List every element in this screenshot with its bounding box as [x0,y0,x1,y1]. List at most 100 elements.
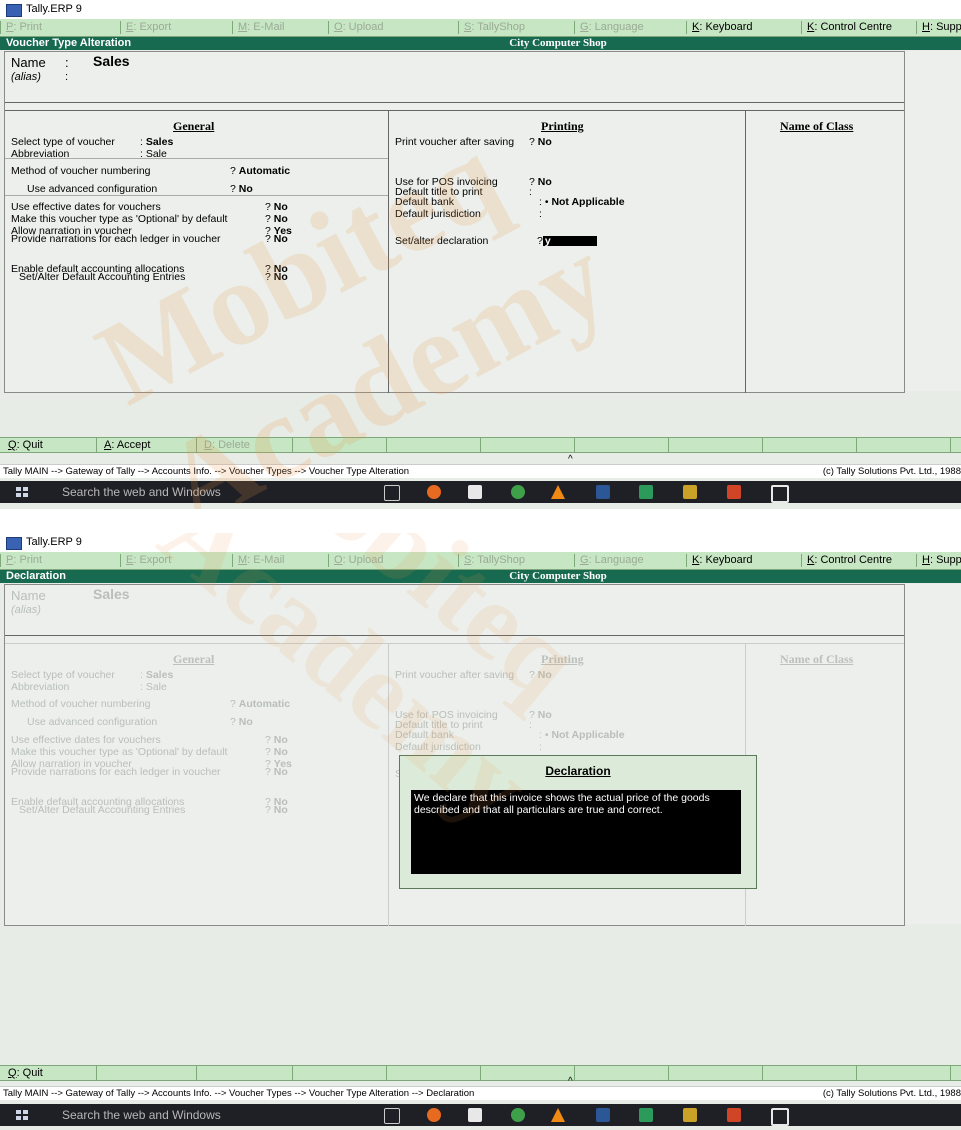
button-quit[interactable]: Q: Quit [8,438,43,452]
general-row-value[interactable]: ? No [265,804,288,816]
declaration-textarea[interactable]: We declare that this invoice shows the a… [411,790,741,874]
copyright: (c) Tally Solutions Pvt. Ltd., 1988 [822,1088,961,1099]
tally-icon[interactable] [639,1108,653,1122]
expand-caret-icon[interactable]: ^ [568,1075,573,1088]
menu-item-email[interactable]: M: E-Mail [238,552,284,569]
task-view-icon[interactable] [384,1108,400,1124]
menu-item-supp[interactable]: H: Supp [922,552,961,569]
tally-icon[interactable] [639,485,653,499]
top-menu-bar: P: Print E: Export M: E-Mail O: Upload S: Ta… [0,19,961,37]
printing-row-value[interactable]: : • Not Applicable [539,729,625,741]
printing-row-value[interactable]: ?y [537,235,597,247]
menu-item-language[interactable]: G: Language [580,552,644,569]
menu-item-upload[interactable]: O: Upload [334,19,384,36]
tally2-icon[interactable] [771,1108,789,1126]
book-icon[interactable] [683,1108,697,1122]
button-quit[interactable]: Q: Quit [8,1066,43,1080]
menu-item-language[interactable]: G: Language [580,19,644,36]
general-row-value[interactable]: ? No [265,201,288,213]
menu-item-export[interactable]: E: Export [126,19,171,36]
menu-item-controlcentre[interactable]: K: Control Centre [807,19,892,36]
powerpoint-icon[interactable] [727,485,741,499]
menu-item-controlcentre[interactable]: K: Control Centre [807,552,892,569]
general-row-value[interactable]: ? No [265,213,288,225]
value-text: No [273,746,288,758]
windows-start-icon[interactable] [16,487,28,497]
menu-item-print[interactable]: P: Print [6,552,42,569]
general-row-value[interactable]: ? No [265,746,288,758]
tally2-icon[interactable] [771,485,789,503]
menu-item-export[interactable]: E: Export [126,552,171,569]
printing-row-value[interactable]: : [529,186,532,198]
button-delete[interactable]: D: Delete [204,438,250,452]
taskbar-search[interactable]: Search the web and Windows [62,1104,221,1126]
windows-taskbar: Search the web and Windows [0,1104,961,1126]
menu-item-email[interactable]: M: E-Mail [238,19,284,36]
task-view-icon[interactable] [384,485,400,501]
printing-row-value[interactable]: ? No [529,176,552,188]
name-field[interactable]: Sales [93,53,130,69]
general-row-value[interactable]: ? Automatic [230,165,290,177]
menu-separator [458,554,459,567]
screen-title: Declaration [6,570,66,582]
menu-item-tallyshop[interactable]: S: TallyShop [464,552,525,569]
value-separator: ? [265,213,274,225]
menu-hotkey: O [334,21,343,33]
menu-hotkey: M [238,21,248,33]
menu-item-supp[interactable]: H: Supp [922,19,961,36]
button-separator [480,1066,481,1080]
printing-row-value[interactable]: : [539,741,542,753]
printing-row-value[interactable]: : [539,208,542,220]
chrome-icon[interactable] [511,485,525,499]
button-separator [386,438,387,452]
printing-row-value[interactable]: : [529,719,532,731]
printing-row-label: Default bank [395,196,454,208]
general-row-label: Select type of voucher [11,669,115,681]
printing-row-value[interactable]: ? No [529,709,552,721]
menu-separator [0,554,1,567]
general-row-value[interactable]: ? Automatic [230,698,290,710]
menu-item-keyboard[interactable]: K: Keyboard [692,552,753,569]
general-row-value[interactable]: ? No [265,734,288,746]
menu-item-tallyshop[interactable]: S: TallyShop [464,19,525,36]
printing-row-value[interactable]: : • Not Applicable [539,196,625,208]
general-row-value[interactable]: : Sales [140,136,173,148]
printing-row-value[interactable]: ? No [529,669,552,681]
menu-label: : Export [133,554,172,566]
general-row-value[interactable]: ? No [230,716,253,728]
powerpoint-icon[interactable] [727,1108,741,1122]
taskbar-search[interactable]: Search the web and Windows [62,481,221,503]
general-row-value[interactable]: ? No [230,183,253,195]
general-row-value[interactable]: : Sale [140,681,167,693]
value-text: Not Applicable [551,729,625,741]
general-row-value[interactable]: ? No [265,766,288,778]
store-icon[interactable] [468,485,482,499]
menu-separator [232,21,233,34]
menu-item-print[interactable]: P: Print [6,19,42,36]
button-separator [292,1066,293,1080]
store-icon[interactable] [468,1108,482,1122]
general-row-value[interactable]: ? No [265,271,288,283]
general-row-value[interactable]: : Sales [140,669,173,681]
window-titlebar: Tally.ERP 9 [0,0,961,19]
firefox-icon[interactable] [427,1108,441,1122]
word-icon[interactable] [596,485,610,499]
word-icon[interactable] [596,1108,610,1122]
vlc-icon[interactable] [551,485,565,499]
name-of-class-section: Name of Class [746,110,904,393]
windows-start-icon[interactable] [16,1110,28,1120]
menu-item-upload[interactable]: O: Upload [334,552,384,569]
general-row-value[interactable]: ? No [265,233,288,245]
book-icon[interactable] [683,485,697,499]
menu-item-keyboard[interactable]: K: Keyboard [692,19,753,36]
printing-row-value[interactable]: ? No [529,136,552,148]
vlc-icon[interactable] [551,1108,565,1122]
firefox-icon[interactable] [427,485,441,499]
general-row-label: Use effective dates for vouchers [11,734,161,746]
value-separator: ? [230,698,239,710]
declaration-input[interactable]: y [542,236,597,246]
button-accept[interactable]: A: Accept [104,438,150,452]
button-separator [856,438,857,452]
expand-caret-icon[interactable]: ^ [568,453,573,466]
chrome-icon[interactable] [511,1108,525,1122]
